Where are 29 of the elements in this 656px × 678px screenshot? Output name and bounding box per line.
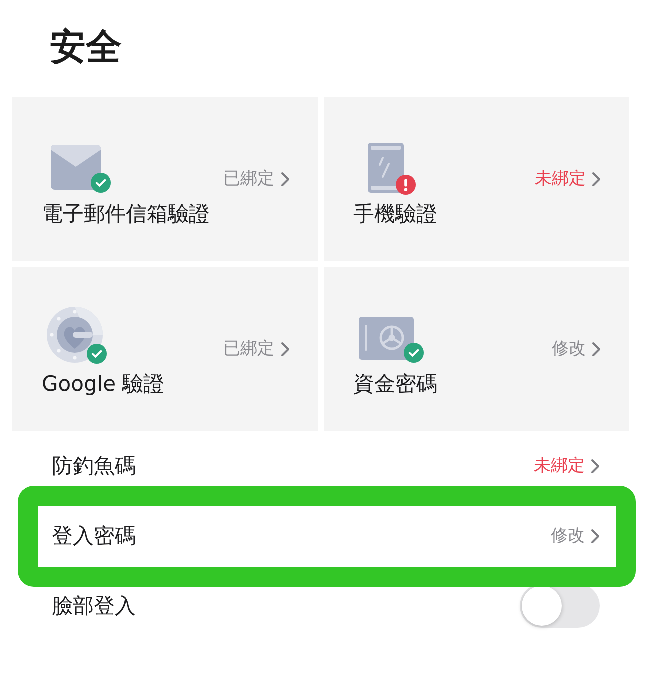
status-link[interactable]: 未綁定	[535, 168, 601, 190]
row-label: 防釣魚碼	[52, 452, 136, 480]
status-link[interactable]: 已綁定	[224, 168, 290, 190]
row-label: 臉部登入	[52, 592, 136, 620]
card-title: 手機驗證	[354, 201, 438, 228]
chevron-icon	[280, 172, 290, 186]
toggle-switch[interactable]	[520, 584, 600, 628]
status-link[interactable]: 修改	[551, 525, 600, 547]
card-title: Google 驗證	[42, 371, 166, 398]
chevron-icon	[592, 172, 601, 186]
page-title: 安全	[49, 26, 123, 70]
status-link[interactable]: 修改	[552, 338, 601, 360]
security-card[interactable]: 未綁定 手機驗證	[324, 97, 629, 261]
chevron-icon	[592, 342, 601, 356]
security-card[interactable]: 已綁定 Google 驗證	[12, 267, 318, 431]
chevron-icon	[591, 528, 600, 544]
phone-icon	[368, 143, 404, 193]
envelope-icon	[51, 145, 101, 190]
status-link[interactable]: 未綁定	[534, 455, 600, 477]
card-title: 電子郵件信箱驗證	[42, 201, 211, 228]
status-link[interactable]: 已綁定	[224, 338, 290, 360]
card-title: 資金密碼	[354, 371, 438, 398]
chevron-icon	[591, 458, 600, 474]
safe-icon	[358, 317, 414, 360]
security-card[interactable]: 已綁定 電子郵件信箱驗證	[12, 97, 318, 261]
chevron-icon	[280, 342, 290, 356]
security-card[interactable]: 修改 資金密碼	[324, 267, 629, 431]
row-label: 登入密碼	[52, 522, 136, 550]
authenticator-icon	[47, 307, 103, 363]
